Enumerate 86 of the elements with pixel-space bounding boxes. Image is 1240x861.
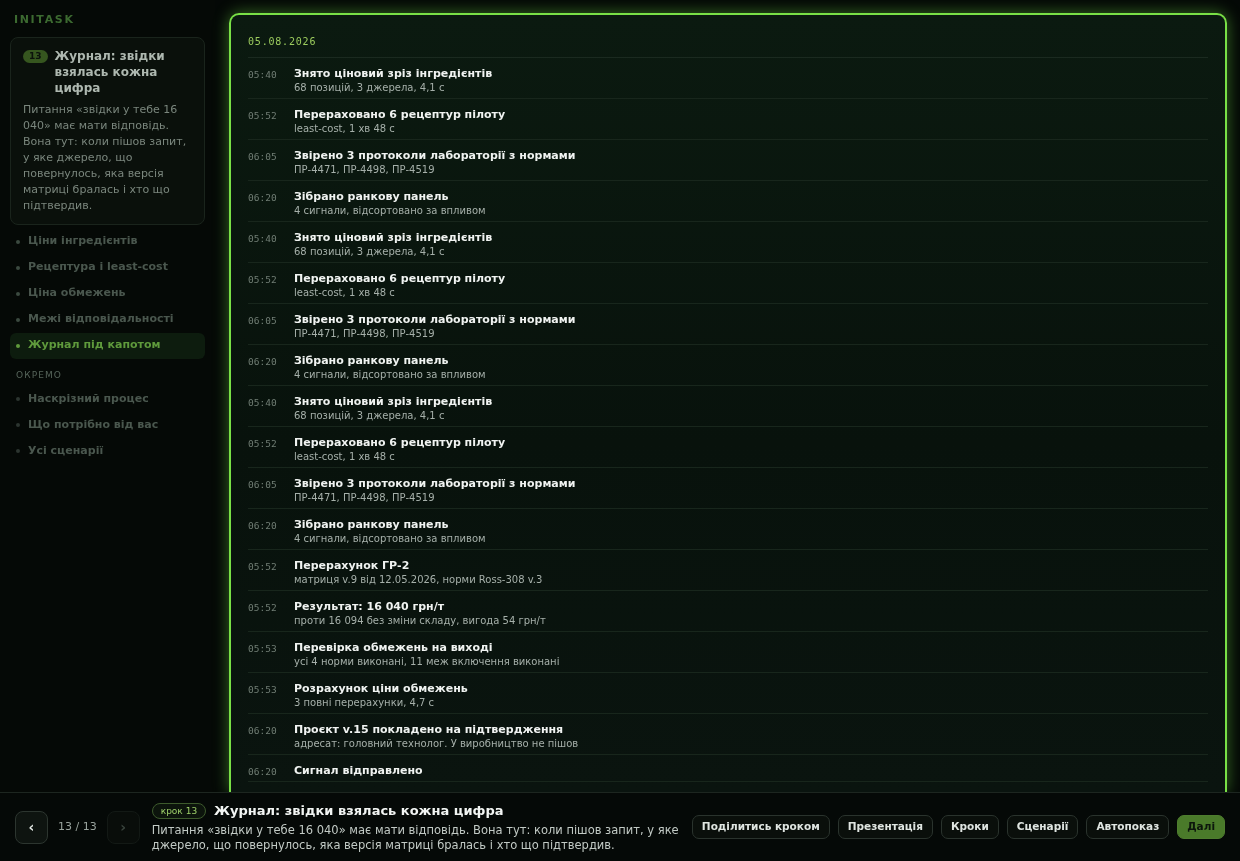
bullet-icon (16, 397, 20, 401)
log-entry-detail: 4 сигнали, відсортовано за впливом (294, 368, 486, 382)
sidebar-item[interactable]: Ціни інгредієнтів (10, 228, 205, 255)
footer-button[interactable]: Поділитись кроком (691, 815, 830, 839)
log-time: 05:53 (248, 642, 278, 656)
log-entry-detail: 3 повні перерахунки, 4,7 с (294, 696, 436, 710)
log-entry-detail: least-cost, 1 хв 48 с (294, 450, 396, 464)
log-time: 06:05 (248, 478, 278, 492)
step-card-text: Питання «звідки у тебе 16 040» має мати відповідь. Вона тут: коли пішов запит, у яке джерело, що повернулось, яка версія матриці бралась і хто що підтвердив. (23, 101, 188, 214)
sidebar-item[interactable]: Що потрібно від вас (10, 412, 205, 438)
log-entry-title: Сигнал відправлено (294, 763, 423, 778)
previous-button[interactable]: ‹ (15, 810, 48, 844)
sidebar-item[interactable]: Ціна обмежень (10, 280, 205, 307)
bullet-icon (16, 265, 20, 270)
log-entry-detail: адресат: головний технолог. У виробництво не пішов (294, 737, 579, 751)
step-badge: крок 13 (151, 802, 207, 819)
sidebar-item[interactable]: Усі сценарії (10, 438, 205, 464)
log-time: 06:05 (248, 314, 278, 328)
log-time: 06:20 (248, 355, 278, 369)
log-time: 05:52 (248, 437, 278, 451)
log-entry-detail: least-cost, 1 хв 48 с (294, 286, 396, 300)
log-time: 05:40 (248, 396, 278, 410)
sidebar-item[interactable]: Рецептура і least-cost (10, 254, 205, 281)
bullet-icon (16, 343, 20, 348)
log-entry-title: Звірено 3 протоколи лабораторії з нормами (294, 148, 576, 163)
log-entry-detail: проти 16 094 без зміни складу, вигода 54 грн/т (294, 614, 546, 628)
log-entry-title: Знято ціновий зріз інгредієнтів (294, 230, 493, 245)
log-time: 06:05 (248, 150, 278, 164)
log-entry-title: Перевірка обмежень на виході (294, 640, 494, 655)
log-entry-title: Результат: 16 040 грн/т (294, 599, 446, 614)
log-time: 05:52 (248, 273, 278, 287)
log-time: 05:52 (248, 601, 278, 615)
log-entry-title: Перераховано 6 рецептур пілоту (294, 435, 506, 450)
log-entry-detail: 68 позицій, 3 джерела, 4,1 с (294, 245, 446, 259)
log-entry-detail: 4 сигнали, відсортовано за впливом (294, 532, 486, 546)
log-time: 05:53 (248, 683, 278, 697)
log-entry-detail: 4 сигнали, відсортовано за впливом (294, 204, 486, 218)
step-description: Питання «звідки у тебе 16 040» має мати відповідь. Вона тут: коли пішов запит, у яке джерело, що повернулось, яка версія матриці бралась і хто що підтвердив. (151, 823, 680, 854)
sidebar-item[interactable]: Межі відповідальності (10, 306, 205, 333)
log-entry-title: Перераховано 6 рецептур пілоту (294, 107, 506, 122)
bullet-icon (16, 291, 20, 296)
log-entry-title: Перерахунок ГР-2 (294, 558, 411, 573)
bullet-icon (16, 239, 20, 244)
bullet-icon (16, 423, 20, 427)
log-entry-title: Знято ціновий зріз інгредієнтів (294, 66, 493, 81)
log-time: 05:52 (248, 560, 278, 574)
step-card-title: Журнал: звідки взялась кожна цифра (54, 47, 166, 96)
footer-button[interactable]: Кроки (940, 815, 999, 839)
log-entry-title: Проєкт v.15 покладено на підтвердження (294, 722, 565, 737)
log-entry-detail: матриця v.9 від 12.05.2026, норми Ross-308 v.3 (294, 573, 543, 587)
step-counter: 13 / 13 (58, 818, 97, 835)
log-entry-title: Зібрано ранкову панель (294, 189, 450, 204)
log-entry-title: Зібрано ранкову панель (294, 517, 450, 532)
log-entry-title: Звірено 3 протоколи лабораторії з нормами (294, 476, 576, 491)
log-time: 06:20 (248, 765, 278, 778)
log-entry-detail: 68 позицій, 3 джерела, 4,1 с (294, 81, 446, 95)
footer-button[interactable]: Автопоказ (1086, 815, 1170, 839)
log-entry-detail: least-cost, 1 хв 48 с (294, 122, 396, 136)
log-entry-detail: ПР-4471, ПР-4498, ПР-4519 (294, 327, 436, 341)
sidebar-item[interactable]: Журнал під капотом (10, 332, 205, 359)
bullet-icon (16, 449, 20, 453)
logo: INITASK (13, 12, 76, 28)
log-time: 06:20 (248, 519, 278, 533)
log-entry-title: Звірено 3 протоколи лабораторії з нормами (294, 312, 576, 327)
log-entry-title: Знято ціновий зріз інгредієнтів (294, 394, 493, 409)
log-entry-detail: усі 4 норми виконані, 11 меж включення виконані (294, 655, 560, 669)
log-time: 05:40 (248, 232, 278, 246)
log-entry-title: Перераховано 6 рецептур пілоту (294, 271, 506, 286)
log-entry-title: Зібрано ранкову панель (294, 353, 450, 368)
sidebar-item[interactable]: Наскрізний процес (10, 386, 205, 412)
footer-button[interactable]: Презентація (837, 815, 933, 839)
step-title: Журнал: звідки взялась кожна цифра (214, 801, 504, 820)
footer-button[interactable]: Сценарії (1006, 815, 1079, 839)
section-label: ОКРЕМО (15, 368, 63, 382)
log-entry-title: Розрахунок ціни обмежень (294, 681, 468, 696)
step-number-badge: 13 (23, 49, 48, 63)
log-time: 06:20 (248, 724, 278, 738)
bullet-icon (16, 317, 20, 322)
log-entry-detail: ПР-4471, ПР-4498, ПР-4519 (294, 491, 436, 505)
log-date: 05.08.2026 (248, 36, 317, 47)
log-time: 05:52 (248, 109, 278, 123)
log-time: 06:20 (248, 191, 278, 205)
footer-button[interactable]: Далі (1177, 815, 1225, 839)
log-time: 05:40 (248, 68, 278, 82)
log-entry-detail: 68 позицій, 3 джерела, 4,1 с (294, 409, 446, 423)
log-entry-detail: ПР-4471, ПР-4498, ПР-4519 (294, 163, 436, 177)
